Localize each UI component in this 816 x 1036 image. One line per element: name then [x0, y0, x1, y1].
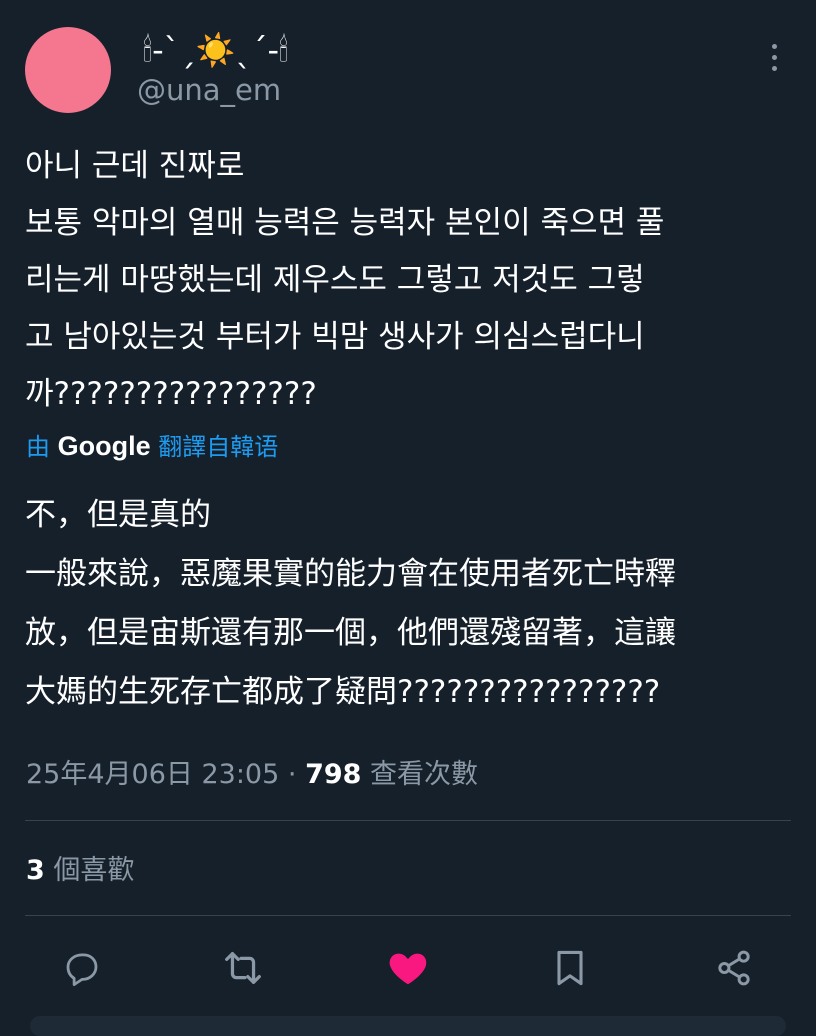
- retweet-button[interactable]: [213, 940, 273, 996]
- more-options-icon[interactable]: [762, 44, 786, 80]
- translated-line: 一般來說，惡魔果實的能力會在使用者死亡時釋: [25, 556, 676, 592]
- meta-separator: ·: [287, 759, 297, 790]
- bookmark-icon: [557, 950, 583, 986]
- tweet-text: 아니 근데 진짜로 보통 악마의 열매 능력은 능력자 본인이 죽으면 풀 리는…: [25, 138, 795, 423]
- translation-prefix: 由: [26, 433, 50, 461]
- translation-attribution[interactable]: 由 Google 翻譯自韓语: [26, 428, 278, 465]
- translated-line: 不，但是真的: [25, 497, 211, 533]
- translated-line: 放，但是宙斯還有那一個，他們還殘留著，這讓: [25, 615, 676, 651]
- tweet-meta: 25年4月06日 23:05 · 798 查看次數: [26, 756, 478, 794]
- tweet-line: 리는게 마땅했는데 제우스도 그렇고 저것도 그렇: [25, 262, 645, 298]
- timestamp[interactable]: 25年4月06日 23:05: [26, 759, 279, 790]
- like-button[interactable]: [378, 940, 438, 996]
- more-dot: [771, 55, 777, 60]
- views-label: 查看次數: [370, 759, 479, 790]
- tweet-line: 아니 근데 진짜로: [25, 148, 245, 184]
- tweet-line: 보통 악마의 열매 능력은 능력자 본인이 죽으면 풀: [25, 205, 665, 241]
- share-button[interactable]: [704, 940, 764, 996]
- divider: [25, 915, 791, 916]
- action-bar: [0, 940, 816, 1000]
- author-handle[interactable]: @una_em: [137, 72, 281, 108]
- likes-count: 3: [26, 855, 45, 886]
- reply-icon: [66, 953, 98, 987]
- bookmark-button[interactable]: [540, 940, 600, 996]
- tweet-line: 까????????????????: [25, 376, 317, 412]
- share-icon: [718, 950, 750, 986]
- heart-filled-icon: [389, 953, 427, 985]
- author-display-name[interactable]: 🕯-ˋˏ☀️ˎˊ-🕯: [143, 30, 288, 70]
- retweet-icon: [225, 951, 261, 985]
- likes-summary[interactable]: 3 個喜歡: [26, 852, 134, 890]
- likes-label: 個喜歡: [53, 855, 135, 886]
- more-dot: [771, 66, 777, 71]
- avatar[interactable]: [25, 27, 111, 113]
- more-dot: [771, 44, 777, 49]
- google-logo: Google: [57, 431, 151, 461]
- translated-text: 不，但是真的 一般來說，惡魔果實的能力會在使用者死亡時釋 放，但是宙斯還有那一個…: [25, 486, 800, 722]
- translated-line: 大媽的生死存亡都成了疑問????????????????: [25, 674, 661, 710]
- translation-suffix: 翻譯自韓语: [158, 433, 279, 461]
- views-count: 798: [305, 759, 362, 790]
- reply-button[interactable]: [52, 940, 112, 996]
- divider: [25, 820, 791, 821]
- reply-composer-bar[interactable]: [30, 1016, 786, 1036]
- tweet-line: 고 남아있는것 부터가 빅맘 생사가 의심스럽다니: [25, 319, 645, 355]
